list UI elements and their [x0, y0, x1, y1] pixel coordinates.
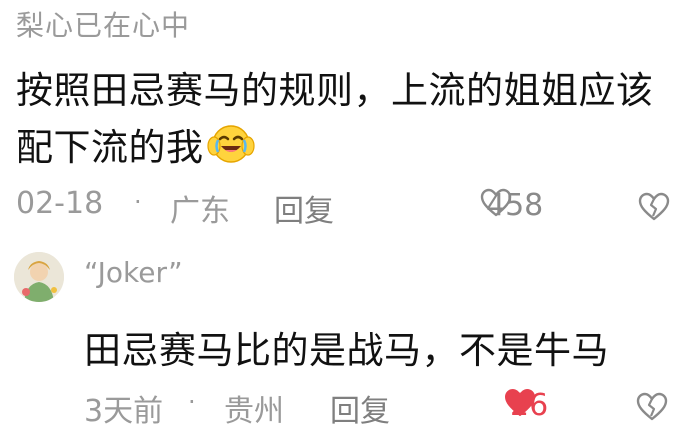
meta-separator: · [188, 388, 196, 416]
reply-username[interactable]: “Joker” [84, 256, 183, 289]
meta-separator: · [134, 188, 142, 216]
comment-text-content: 按照田忌赛马的规则，上流的姐姐应该配下流的我 [16, 69, 654, 169]
reply-text[interactable]: 田忌赛马比的是战马，不是牛马 [84, 320, 609, 374]
broken-heart-icon [636, 392, 668, 430]
reply-location: 贵州 [224, 394, 284, 429]
avatar[interactable] [14, 252, 64, 302]
comment-username[interactable]: 梨心已在心中 [16, 4, 190, 44]
avatar-image [14, 252, 64, 302]
comment-item: 梨心已在心中 按照田忌赛马的规则，上流的姐姐应该配下流的我 02-18 · 广东… [0, 0, 690, 236]
reply-button[interactable]: 回复 [330, 386, 390, 430]
reply-button[interactable]: 回复 [274, 186, 334, 230]
reply-time: 3天前 [84, 394, 164, 429]
comment-meta: 02-18 · 广东 回复 458 [16, 182, 676, 230]
reply-meta: 3天前 · 贵州 回复 26 [84, 382, 674, 430]
comment-date: 02-18 [16, 186, 104, 221]
broken-heart-icon [638, 192, 670, 230]
reply-item: “Joker” 田忌赛马比的是战马，不是牛马 3天前 · 贵州 回复 26 [0, 236, 690, 442]
laughing-crying-emoji-icon [206, 122, 256, 166]
comment-location: 广东 [170, 194, 230, 229]
like-count: 26 [510, 388, 549, 423]
comment-text[interactable]: 按照田忌赛马的规则，上流的姐姐应该配下流的我 [16, 62, 666, 176]
like-count: 458 [486, 188, 544, 223]
